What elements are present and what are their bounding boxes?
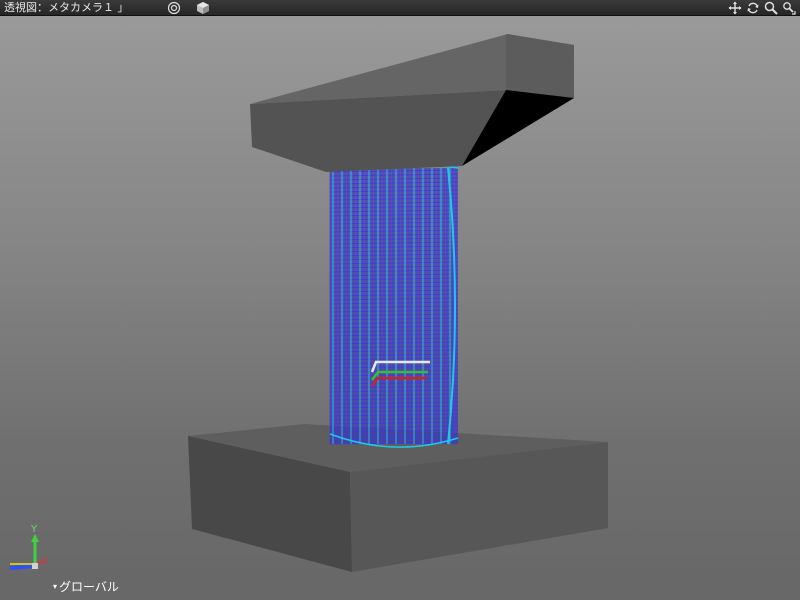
axis-triad: Y X bbox=[9, 524, 48, 570]
x-axis-label: X bbox=[42, 557, 48, 567]
viewport-toolbar: 透視図：メタカメラ１ 」 bbox=[0, 0, 800, 16]
coordinate-mode-dropdown[interactable]: ▾ グローバル bbox=[53, 579, 119, 595]
scene-canvas[interactable] bbox=[0, 16, 800, 600]
magnifier-icon[interactable] bbox=[764, 1, 778, 15]
coordinate-mode-label: グローバル bbox=[59, 580, 119, 594]
rebar-cage bbox=[329, 161, 459, 448]
chevron-down-icon: ▾ bbox=[53, 582, 58, 591]
view-title[interactable]: 透視図：メタカメラ１ 」 bbox=[4, 0, 129, 16]
pier-cap bbox=[250, 34, 574, 172]
move-arrows-icon[interactable] bbox=[728, 1, 742, 15]
viewport-3d[interactable]: 透視図：メタカメラ１ 」 Y X ▾ グローバル bbox=[0, 0, 800, 600]
cube-icon[interactable] bbox=[196, 1, 210, 15]
footing-block bbox=[188, 424, 608, 572]
dolly-zoom-icon[interactable] bbox=[782, 1, 796, 15]
y-axis-label: Y bbox=[30, 524, 38, 535]
rotate-icon[interactable] bbox=[746, 1, 760, 15]
target-circle-icon[interactable] bbox=[167, 1, 181, 15]
